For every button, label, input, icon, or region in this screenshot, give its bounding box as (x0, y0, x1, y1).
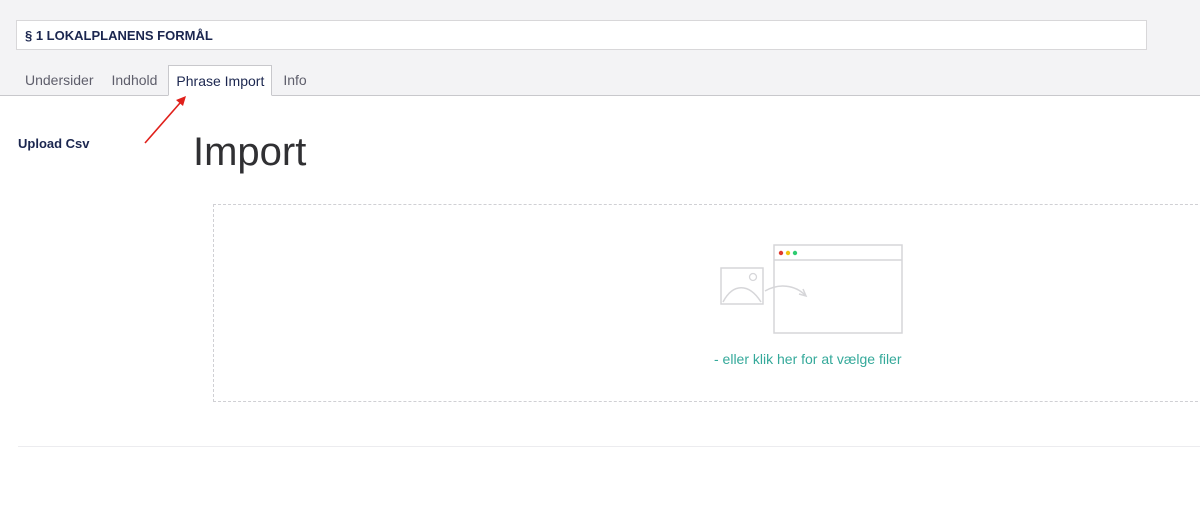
tab-phrase-import[interactable]: Phrase Import (168, 65, 273, 96)
tab-info[interactable]: Info (274, 65, 315, 95)
pick-files-link[interactable]: - eller klik her for at vælge filer (714, 351, 902, 367)
tab-undersider[interactable]: Undersider (16, 65, 102, 95)
property-label: Upload Csv (18, 136, 90, 151)
tab-indhold[interactable]: Indhold (102, 65, 166, 95)
content-tabs: Undersider Indhold Phrase Import Info (16, 65, 316, 96)
file-dropzone[interactable]: - eller klik her for at vælge filer (213, 204, 1200, 402)
drag-file-to-window-icon (720, 244, 903, 334)
import-heading: Import (193, 130, 307, 174)
editor-header: Undersider Indhold Phrase Import Info (0, 0, 1200, 96)
node-name-input[interactable] (16, 20, 1147, 50)
section-divider (18, 446, 1200, 447)
